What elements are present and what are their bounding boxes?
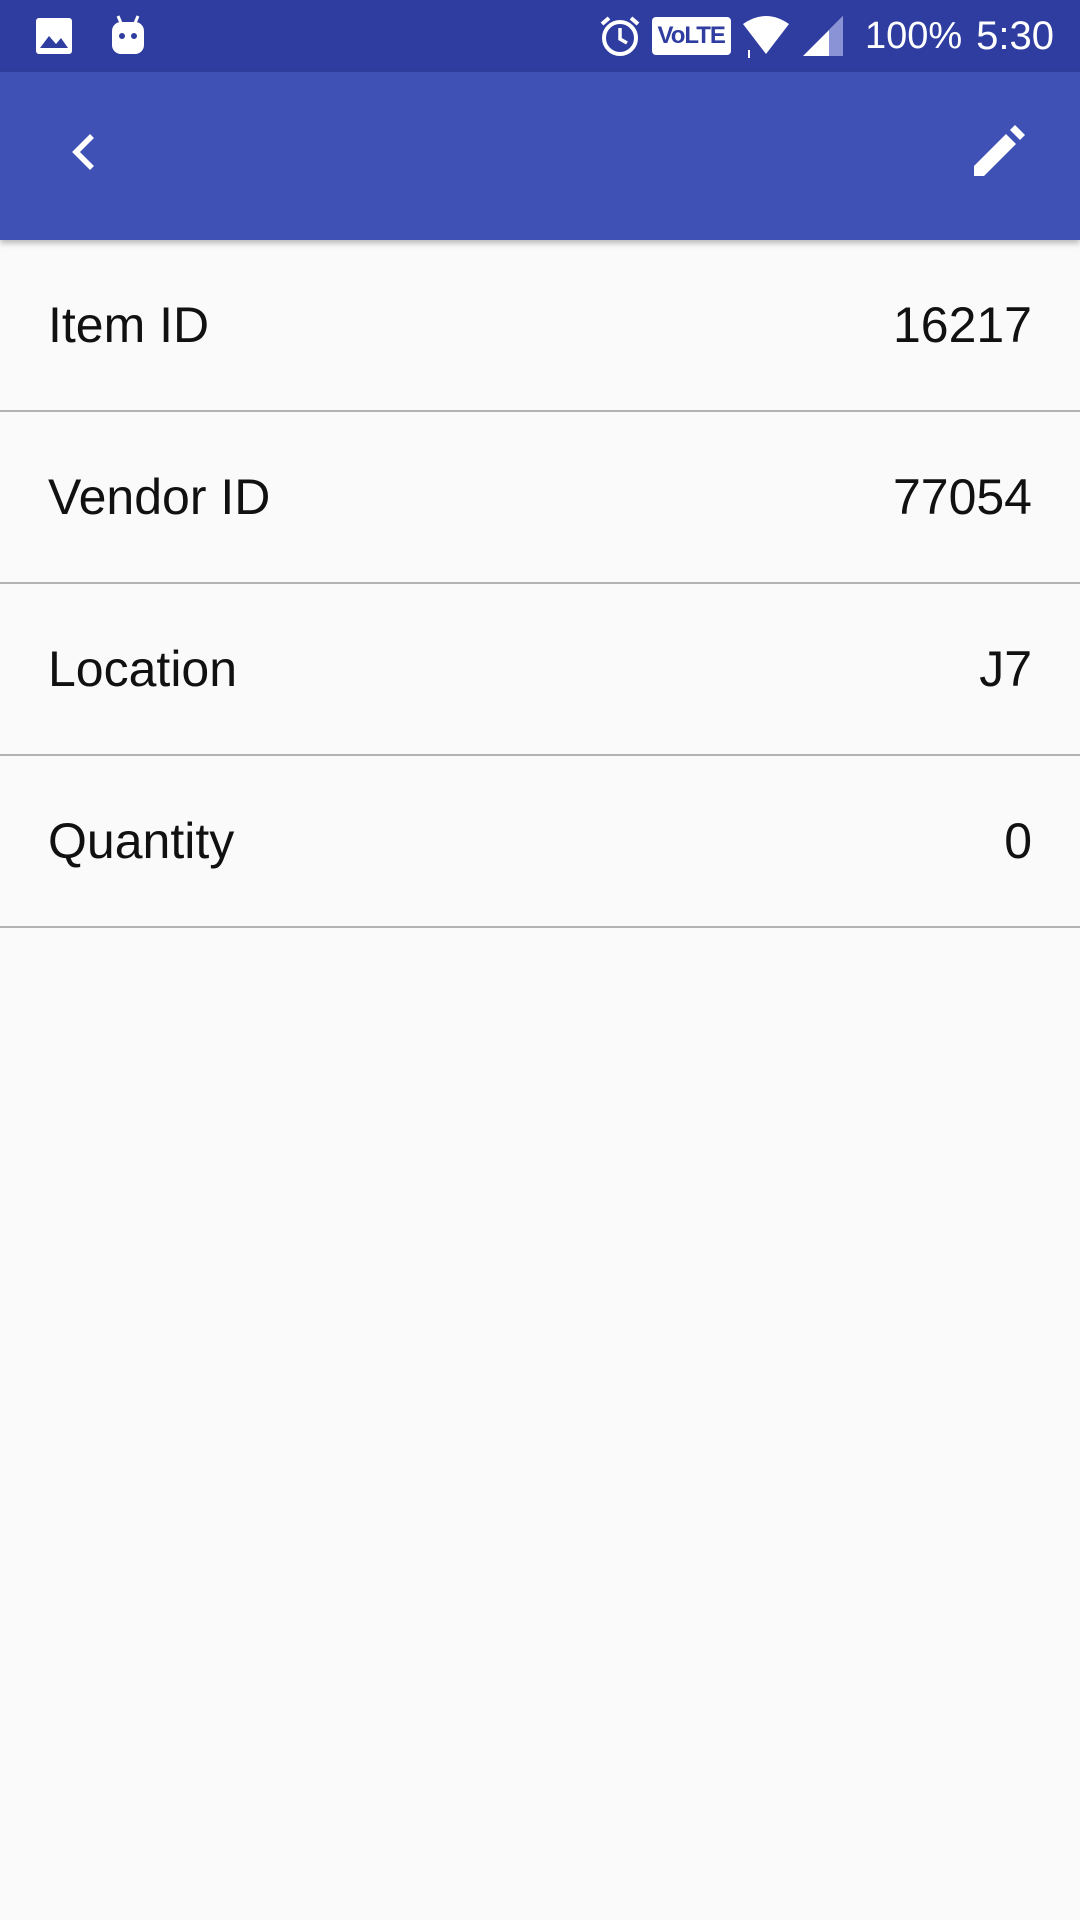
status-left-icons — [34, 14, 182, 58]
volte-badge: VoLTE — [651, 17, 731, 55]
location-value: J7 — [979, 641, 1032, 697]
quantity-value: 0 — [1004, 813, 1032, 869]
quantity-label: Quantity — [48, 813, 235, 869]
signal-icon — [801, 14, 845, 58]
status-bar: VoLTE 100% 5:30 — [0, 0, 1080, 72]
image-icon — [34, 16, 74, 56]
item-id-value: 16217 — [892, 297, 1032, 353]
item-id-label: Item ID — [48, 297, 210, 353]
chevron-left-icon — [72, 134, 94, 170]
wifi-icon — [741, 14, 791, 58]
status-right-icons: VoLTE 100% 5:30 — [588, 10, 1054, 62]
detail-row-item-id: Item ID 16217 — [0, 240, 1080, 412]
edit-button[interactable] — [958, 112, 1038, 192]
battery-level: 100% — [864, 14, 963, 57]
vendor-id-label: Vendor ID — [48, 469, 271, 525]
pencil-icon — [974, 125, 1025, 176]
clock: 5:30 — [976, 13, 1054, 58]
android-icon — [108, 14, 148, 58]
vendor-id-value: 77054 — [892, 469, 1032, 525]
detail-list: Item ID 16217 Vendor ID 77054 Location J… — [0, 240, 1080, 928]
detail-row-location: Location J7 — [0, 584, 1080, 756]
detail-row-vendor-id: Vendor ID 77054 — [0, 412, 1080, 584]
back-button[interactable] — [48, 116, 120, 188]
app-bar — [0, 72, 1080, 240]
location-label: Location — [48, 641, 238, 697]
detail-row-quantity: Quantity 0 — [0, 756, 1080, 928]
alarm-icon — [598, 14, 642, 58]
